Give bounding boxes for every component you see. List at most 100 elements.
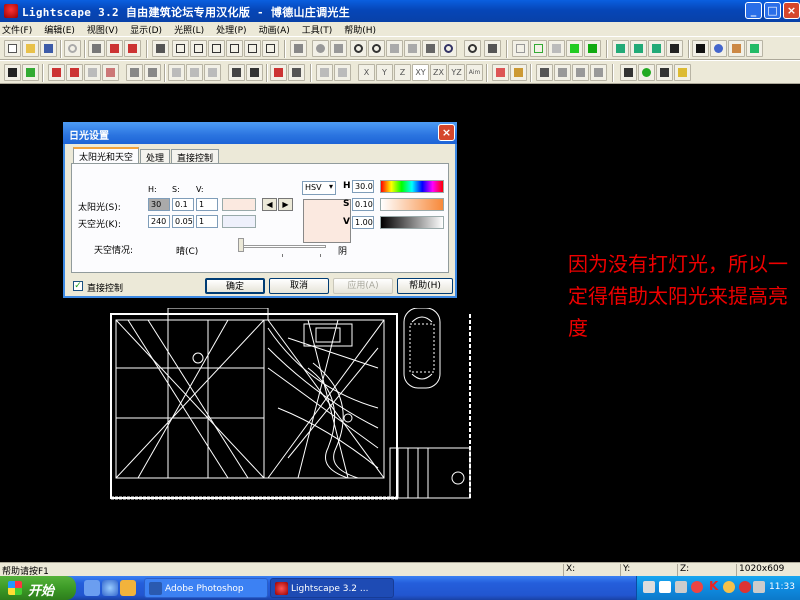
saturation-bar[interactable]	[380, 198, 444, 211]
hue-spectrum[interactable]	[380, 180, 444, 193]
skylight-v-input[interactable]: 1	[196, 215, 218, 228]
cursor-plus-icon[interactable]	[246, 64, 263, 81]
zoom-icon[interactable]	[350, 40, 367, 57]
minimize-button[interactable]: _	[745, 2, 762, 19]
walk-icon[interactable]	[290, 40, 307, 57]
dialog-titlebar[interactable]: 日光设置 ×	[63, 122, 457, 144]
apply-button[interactable]: 应用(A)	[333, 278, 393, 294]
sunlight-left-arrow-button[interactable]: ◀	[262, 198, 277, 211]
pencil-icon[interactable]	[666, 40, 683, 57]
layers-stack-icon[interactable]	[620, 64, 637, 81]
cube-view-icon[interactable]	[190, 40, 207, 57]
pan-icon[interactable]	[330, 40, 347, 57]
document-icon[interactable]	[144, 64, 161, 81]
window-titlebar[interactable]: Lightscape 3.2 自由建筑论坛专用汉化版 - 博德山庄调光生 _ □…	[0, 0, 800, 22]
shaded-cube-icon[interactable]	[566, 40, 583, 57]
help-question-icon[interactable]	[106, 40, 123, 57]
close-button[interactable]: ×	[783, 2, 800, 19]
show-desktop-icon[interactable]	[84, 580, 100, 596]
sunlight-v-input[interactable]: 1	[196, 198, 218, 211]
select-box-icon[interactable]	[84, 64, 101, 81]
menu-process[interactable]: 处理(P)	[216, 23, 246, 36]
value-bar[interactable]	[380, 216, 444, 229]
browser-icon[interactable]	[102, 580, 118, 596]
sunlight-s-input[interactable]: 0.1	[172, 198, 194, 211]
brush-icon[interactable]	[510, 64, 527, 81]
layer-icon[interactable]	[612, 40, 629, 57]
plane-xy-button[interactable]: XY	[412, 64, 429, 81]
pointer-icon[interactable]	[4, 64, 21, 81]
move-icon[interactable]	[386, 40, 403, 57]
keyboard-icon[interactable]	[643, 581, 655, 593]
tab-process[interactable]: 处理	[140, 149, 171, 164]
light-icon[interactable]	[674, 64, 691, 81]
measure-icon[interactable]	[492, 64, 509, 81]
globe-icon[interactable]	[710, 40, 727, 57]
scale-icon[interactable]	[404, 40, 421, 57]
skylight-s-input[interactable]: 0.05	[172, 215, 194, 228]
menu-light[interactable]: 光照(L)	[174, 23, 204, 36]
edit-block-icon[interactable]	[228, 64, 245, 81]
s-value-input[interactable]: 0.10	[352, 198, 374, 211]
taskbar-item-lightscape[interactable]: Lightscape 3.2 ...	[270, 578, 394, 598]
sky-condition-slider-thumb[interactable]	[238, 238, 244, 252]
h-value-input[interactable]: 30.0	[352, 180, 374, 193]
surface-icon[interactable]	[168, 64, 185, 81]
cube-view-icon[interactable]	[208, 40, 225, 57]
menu-tools[interactable]: 工具(T)	[302, 23, 333, 36]
rotate-icon[interactable]	[422, 40, 439, 57]
figure-icon[interactable]	[554, 64, 571, 81]
help-button[interactable]: 帮助(H)	[397, 278, 453, 294]
orbit-icon[interactable]	[312, 40, 329, 57]
zoom-all-icon[interactable]	[464, 40, 481, 57]
aim-button[interactable]: Aim	[466, 64, 483, 81]
select-arrow-icon[interactable]	[22, 64, 39, 81]
rotate-object-icon[interactable]	[334, 64, 351, 81]
antivirus-k-icon[interactable]: K	[709, 579, 721, 593]
outline-cube-icon[interactable]	[530, 40, 547, 57]
tab-direct-control[interactable]: 直接控制	[171, 149, 220, 164]
figure-icon[interactable]	[572, 64, 589, 81]
media-icon[interactable]	[120, 580, 136, 596]
vertex-icon[interactable]	[288, 64, 305, 81]
zoom-window-icon[interactable]	[368, 40, 385, 57]
cube-view-icon[interactable]	[172, 40, 189, 57]
plane-zx-button[interactable]: ZX	[430, 64, 447, 81]
help-icon[interactable]	[659, 581, 671, 593]
axis-x-button[interactable]: X	[358, 64, 375, 81]
menu-display[interactable]: 显示(D)	[130, 23, 162, 36]
direct-control-checkbox[interactable]: ✓	[73, 281, 83, 291]
skylight-h-input[interactable]: 240	[148, 215, 170, 228]
sunlight-color-swatch[interactable]	[222, 198, 256, 211]
black-square-icon[interactable]	[692, 40, 709, 57]
network-icon[interactable]	[753, 581, 765, 593]
select-box-icon[interactable]	[48, 64, 65, 81]
skylight-color-swatch[interactable]	[222, 215, 256, 228]
cube-view-icon[interactable]	[226, 40, 243, 57]
sunlight-right-arrow-button[interactable]: ▶	[278, 198, 293, 211]
messenger-icon[interactable]	[723, 581, 735, 593]
sunlight-h-input[interactable]: 30	[148, 198, 170, 211]
surface-icon[interactable]	[204, 64, 221, 81]
start-button[interactable]: 开始	[0, 576, 76, 600]
maximize-button[interactable]: □	[764, 2, 781, 19]
image-icon[interactable]	[746, 40, 763, 57]
menu-help[interactable]: 帮助(H)	[344, 23, 376, 36]
undo-icon[interactable]	[64, 40, 81, 57]
axis-z-button[interactable]: Z	[394, 64, 411, 81]
move-object-icon[interactable]	[316, 64, 333, 81]
ok-button[interactable]: 确定	[205, 278, 265, 294]
extents-icon[interactable]	[484, 40, 501, 57]
save-icon[interactable]	[40, 40, 57, 57]
menu-animation[interactable]: 动画(A)	[259, 23, 290, 36]
menu-view[interactable]: 视图(V)	[87, 23, 118, 36]
flat-cube-icon[interactable]	[548, 40, 565, 57]
app-icon[interactable]	[4, 4, 18, 18]
tab-sun-and-sky[interactable]: 太阳光和天空	[73, 147, 140, 163]
v-value-input[interactable]: 1.00	[352, 216, 374, 229]
color-mode-select[interactable]: HSV	[302, 181, 336, 195]
cube-view-icon[interactable]	[244, 40, 261, 57]
menu-edit[interactable]: 编辑(E)	[44, 23, 75, 36]
light-bulb-icon[interactable]	[638, 64, 655, 81]
new-file-icon[interactable]	[4, 40, 21, 57]
